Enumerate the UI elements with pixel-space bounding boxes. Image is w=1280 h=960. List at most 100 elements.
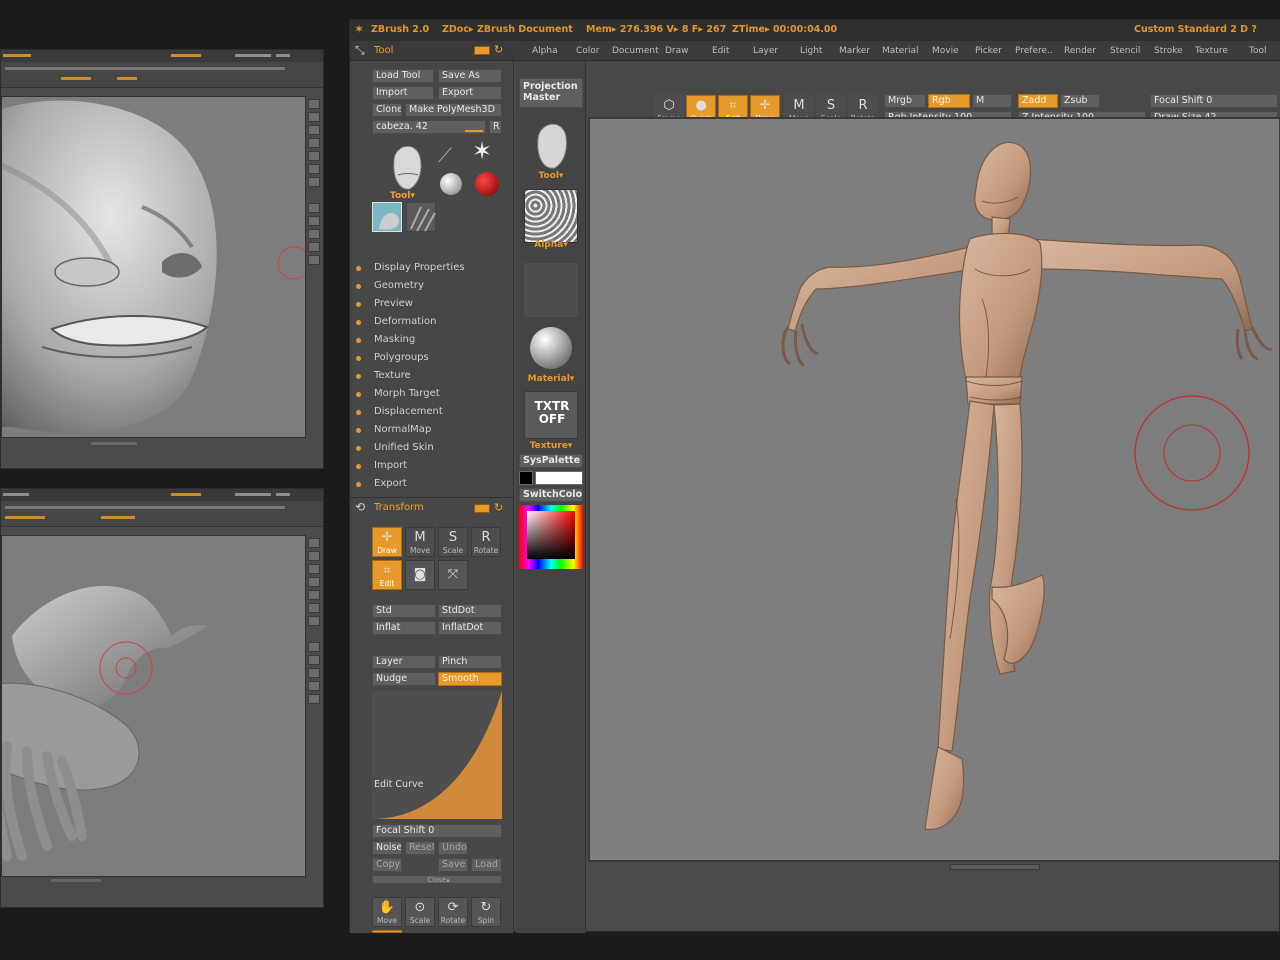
transform-draw-button[interactable]: ✛ Draw	[372, 527, 402, 557]
menu-item-edit[interactable]: Edit	[712, 46, 729, 56]
menu-item-texture[interactable]: Texture	[1195, 46, 1228, 56]
current-tool-thumbnail[interactable]	[388, 139, 424, 193]
menu-item-stroke[interactable]: Stroke	[1154, 46, 1183, 56]
menu-item-layer[interactable]: Layer	[753, 46, 778, 56]
edit-curve-graph[interactable]: Edit Curve	[372, 691, 502, 819]
stroke-thumbnail[interactable]	[524, 263, 578, 317]
menu-item-marker[interactable]: Marker	[839, 46, 870, 56]
brush-std[interactable]: Std	[372, 604, 436, 618]
shelf-tool-label[interactable]: Tool▾	[516, 171, 586, 181]
zadd-button[interactable]: Zadd	[1018, 94, 1058, 108]
m-button[interactable]: M	[972, 94, 1012, 108]
switchcolor-button[interactable]: SwitchColor	[519, 488, 583, 502]
material-label[interactable]: Material▾	[516, 374, 586, 384]
section-unified-skin[interactable]: Unified Skin	[374, 442, 434, 453]
alpha-label[interactable]: Alpha▾	[516, 240, 586, 250]
menu-item-stencil[interactable]: Stencil	[1110, 46, 1140, 56]
subtool-thumbnail[interactable]	[406, 202, 436, 232]
texture-label[interactable]: Texture▾	[516, 441, 586, 451]
menu-item-material[interactable]: Material	[882, 46, 919, 56]
clone-button[interactable]: Clone	[372, 103, 402, 117]
menu-item-preferences[interactable]: Prefere..	[1015, 46, 1053, 56]
view-spin-button[interactable]: ↻ Spin	[471, 897, 501, 927]
viewport-scroll-handle[interactable]	[950, 864, 1040, 870]
texture-thumbnail[interactable]: TXTR OFF	[524, 391, 578, 439]
view-scale-button[interactable]: ⊙ Scale	[405, 897, 435, 927]
red-sphere-tool-icon[interactable]	[475, 172, 499, 196]
sphere-tool-icon[interactable]	[440, 173, 462, 195]
view-move-button[interactable]: ✋ Move	[372, 897, 402, 927]
menu-item-draw[interactable]: Draw	[665, 46, 689, 56]
tool-menu-label[interactable]: Tool▾	[390, 191, 415, 201]
section-normalmap[interactable]: NormalMap	[374, 424, 431, 435]
menu-item-light[interactable]: Light	[800, 46, 822, 56]
menu-item-alpha[interactable]: Alpha	[532, 46, 558, 56]
section-displacement[interactable]: Displacement	[374, 406, 443, 417]
menu-item-color[interactable]: Color	[576, 46, 600, 56]
curve-reset-button[interactable]: Reset	[405, 841, 435, 855]
curve-close-button[interactable]: Close▴	[372, 875, 502, 884]
menu-item-tool[interactable]: Tool	[1249, 46, 1266, 56]
mrgb-button[interactable]: Mrgb	[884, 94, 926, 108]
import-button[interactable]: Import	[372, 86, 434, 100]
section-polygroups[interactable]: Polygroups	[374, 352, 429, 363]
section-import[interactable]: Import	[374, 460, 407, 471]
make-polymesh-button[interactable]: Make PolyMesh3D	[405, 103, 502, 117]
focal-shift-slider[interactable]: Focal Shift 0	[1150, 94, 1278, 108]
polymesh-thumb-icon[interactable]: ⟋	[438, 143, 452, 167]
primary-color-swatch[interactable]	[519, 471, 533, 485]
export-button[interactable]: Export	[438, 86, 502, 100]
curve-undo-button[interactable]: Undo	[438, 841, 468, 855]
palette-refresh-icon[interactable]: ↻	[494, 501, 503, 514]
syspalette-button[interactable]: SysPalette	[519, 454, 583, 468]
thumbnail-canvas-head[interactable]	[1, 96, 306, 438]
current-tool-slider[interactable]: cabeza. 42	[372, 120, 486, 134]
brush-inflat[interactable]: Inflat	[372, 621, 436, 635]
transform-edit-button[interactable]: ⌗ Edit	[372, 560, 402, 590]
section-preview[interactable]: Preview	[374, 298, 413, 309]
section-morph-target[interactable]: Morph Target	[374, 388, 440, 399]
r-button[interactable]: R	[489, 120, 502, 134]
layout-selector[interactable]: Custom Standard 2 D ?	[1134, 24, 1257, 35]
brush-inflatdot[interactable]: InflatDot	[438, 621, 502, 635]
curve-save-button[interactable]: Save	[438, 858, 468, 872]
rgb-button[interactable]: Rgb	[928, 94, 970, 108]
transform-scale-button[interactable]: S Scale	[438, 527, 468, 557]
zsub-button[interactable]: Zsub	[1060, 94, 1100, 108]
section-deformation[interactable]: Deformation	[374, 316, 436, 327]
snapshot-button[interactable]: ◙	[405, 560, 435, 590]
section-display-properties[interactable]: Display Properties	[374, 262, 465, 273]
curve-focal-shift-slider[interactable]: Focal Shift 0	[372, 824, 502, 838]
alpha-thumbnail[interactable]	[524, 189, 578, 243]
zbrush-main-window[interactable]: ✶ ZBrush 2.0 ZDoc▸ ZBrush Document Mem▸ …	[349, 19, 1280, 933]
section-geometry[interactable]: Geometry	[374, 280, 424, 291]
color-picker[interactable]	[519, 505, 583, 569]
thumbnail-side-rail[interactable]	[306, 535, 322, 707]
brush-stddot[interactable]: StdDot	[438, 604, 502, 618]
section-export[interactable]: Export	[374, 478, 407, 489]
section-texture[interactable]: Texture	[374, 370, 411, 381]
transform-palette-header[interactable]: ⟲ Transform ↻	[350, 497, 514, 517]
section-masking[interactable]: Masking	[374, 334, 415, 345]
thumbnail-window-hat[interactable]	[0, 488, 324, 908]
material-thumbnail[interactable]	[530, 327, 572, 369]
shelf-tool-thumbnail[interactable]	[532, 116, 570, 172]
tool-palette-header[interactable]: ⤡ Tool ↻	[350, 41, 514, 61]
brush-nudge[interactable]: Nudge	[372, 672, 436, 686]
palette-dock-icon[interactable]	[474, 46, 490, 55]
quick-mode-button[interactable]	[372, 930, 402, 933]
load-tool-button[interactable]: Load Tool	[372, 69, 434, 83]
brush-smooth[interactable]: Smooth	[438, 672, 502, 686]
subtool-thumbnail-selected[interactable]	[372, 202, 402, 232]
star-tool-icon[interactable]: ✶	[472, 137, 492, 165]
menu-item-render[interactable]: Render	[1064, 46, 1096, 56]
view-rotate-button[interactable]: ⟳ Rotate	[438, 897, 468, 927]
brush-layer[interactable]: Layer	[372, 655, 436, 669]
canvas-viewport[interactable]	[588, 117, 1280, 862]
transform-move-button[interactable]: M Move	[405, 527, 435, 557]
projection-master-button[interactable]: Projection Master	[519, 78, 583, 108]
curve-copy-button[interactable]: Copy	[372, 858, 402, 872]
transform-rotate-button[interactable]: R Rotate	[471, 527, 501, 557]
menu-item-picker[interactable]: Picker	[975, 46, 1002, 56]
menu-item-movie[interactable]: Movie	[932, 46, 959, 56]
